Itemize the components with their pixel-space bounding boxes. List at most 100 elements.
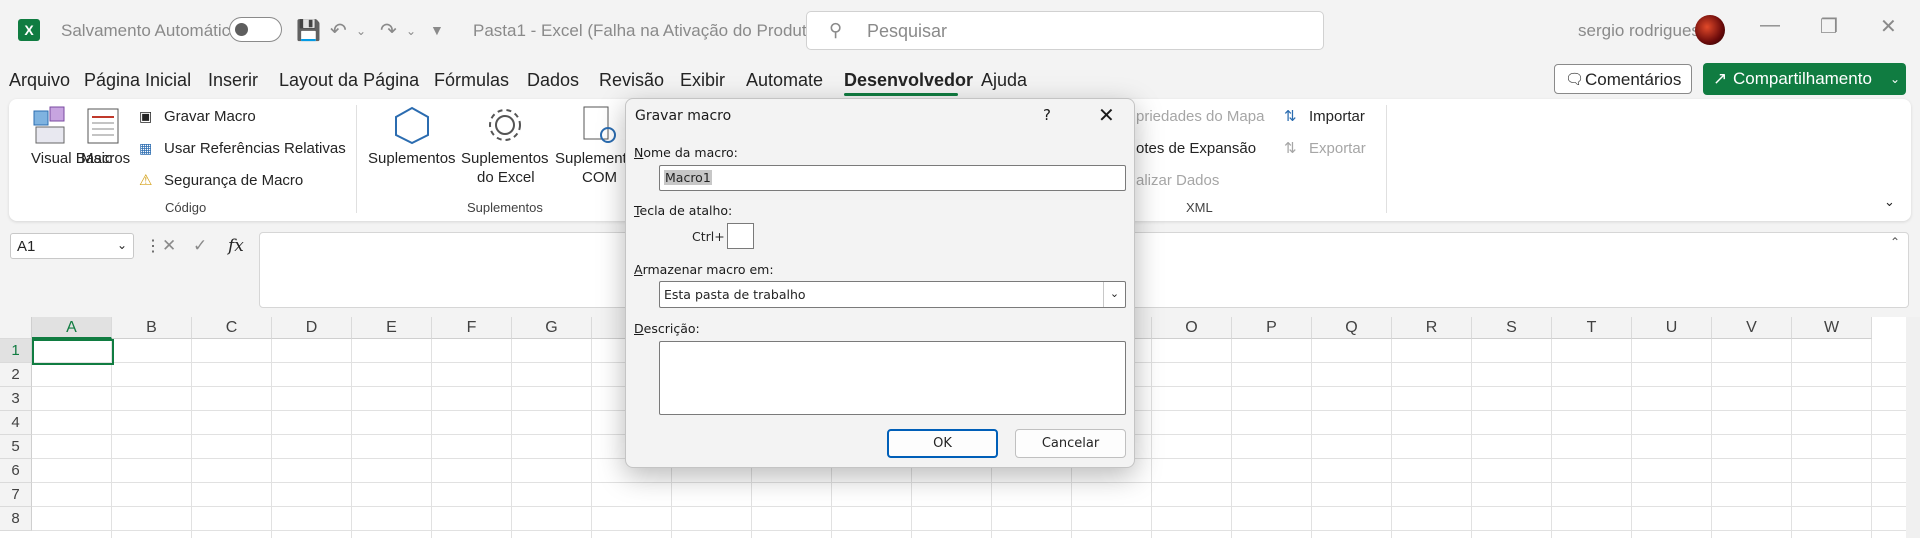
collapse-formula-bar-icon[interactable]: ⌃ xyxy=(1890,235,1900,249)
column-header[interactable]: V xyxy=(1712,317,1792,339)
confirm-entry-icon[interactable]: ✓ xyxy=(193,236,207,256)
row-header[interactable]: 4 xyxy=(0,411,32,435)
autosave-toggle[interactable] xyxy=(229,17,282,42)
import-icon: ⇅ xyxy=(1284,108,1297,125)
cancel-button[interactable]: Cancelar xyxy=(1015,429,1126,458)
ok-button[interactable]: OK xyxy=(887,429,998,458)
document-title: Pasta1 - Excel (Falha na Ativação do Pro… xyxy=(473,21,822,40)
tab-automate[interactable]: Automate xyxy=(746,70,823,91)
group-addins-label: Suplementos xyxy=(467,200,543,215)
row-header[interactable]: 5 xyxy=(0,435,32,459)
tab-inserir[interactable]: Inserir xyxy=(208,70,258,91)
column-header[interactable]: U xyxy=(1632,317,1712,339)
collapse-ribbon-icon[interactable]: ⌄ xyxy=(1884,194,1895,210)
active-cell[interactable] xyxy=(32,339,114,365)
avatar[interactable] xyxy=(1695,15,1725,45)
row-header[interactable]: 1 xyxy=(0,339,32,363)
description-textarea[interactable] xyxy=(659,341,1126,415)
macros-icon[interactable] xyxy=(86,107,124,147)
insert-function-icon[interactable]: fx xyxy=(228,236,244,256)
record-macro-button[interactable]: Gravar Macro xyxy=(164,108,256,125)
excel-logo-icon: X xyxy=(18,19,40,41)
share-dropdown-icon[interactable]: ⌄ xyxy=(1890,72,1900,86)
redo-dropdown-icon[interactable]: ⌄ xyxy=(406,24,416,38)
search-box[interactable]: ⚲ Pesquisar xyxy=(806,11,1324,50)
tab-layout-pagina[interactable]: Layout da Página xyxy=(279,70,419,91)
excel-addins-label-2[interactable]: do Excel xyxy=(477,169,535,186)
cancel-entry-icon[interactable]: ✕ xyxy=(162,236,176,256)
minimize-icon[interactable]: — xyxy=(1760,14,1780,37)
row-header[interactable]: 8 xyxy=(0,507,32,531)
row-header[interactable]: 6 xyxy=(0,459,32,483)
close-window-icon[interactable]: ✕ xyxy=(1880,14,1897,39)
macro-name-label: Nome da macro: xyxy=(634,145,738,160)
macro-name-input[interactable]: Macro1 xyxy=(659,165,1126,191)
column-header[interactable]: S xyxy=(1472,317,1552,339)
vertical-scrollbar[interactable] xyxy=(1906,317,1920,538)
shortcut-key-input[interactable] xyxy=(727,223,754,249)
name-box[interactable]: A1 ⌄ xyxy=(10,233,134,259)
row-header[interactable]: 7 xyxy=(0,483,32,507)
map-properties-button[interactable]: priedades do Mapa xyxy=(1136,108,1264,125)
tab-pagina-inicial[interactable]: Página Inicial xyxy=(84,70,191,91)
undo-icon[interactable]: ↶ xyxy=(330,18,347,43)
restore-icon[interactable]: ❐ xyxy=(1820,14,1838,39)
redo-icon[interactable]: ↷ xyxy=(380,18,397,43)
store-macro-select[interactable]: Esta pasta de trabalho ⌄ xyxy=(659,281,1126,308)
tab-exibir[interactable]: Exibir xyxy=(680,70,725,91)
relative-refs-button[interactable]: Usar Referências Relativas xyxy=(164,140,346,157)
column-header[interactable]: B xyxy=(112,317,192,339)
macro-security-button[interactable]: Segurança de Macro xyxy=(164,172,303,189)
column-header[interactable]: W xyxy=(1792,317,1872,339)
chevron-down-icon[interactable]: ⌄ xyxy=(1103,282,1125,307)
import-button[interactable]: Importar xyxy=(1309,108,1365,125)
grid-line xyxy=(591,339,592,538)
export-button[interactable]: Exportar xyxy=(1309,140,1366,157)
column-header[interactable]: T xyxy=(1552,317,1632,339)
visual-basic-icon[interactable] xyxy=(30,105,70,147)
more-options-icon[interactable]: ⋮ xyxy=(145,236,161,256)
share-button[interactable]: ↗ Compartilhamento ⌄ xyxy=(1703,63,1906,95)
column-header[interactable]: R xyxy=(1392,317,1472,339)
column-header[interactable]: A xyxy=(32,317,112,339)
tab-formulas[interactable]: Fórmulas xyxy=(434,70,509,91)
chevron-down-icon[interactable]: ⌄ xyxy=(117,238,127,252)
com-addins-label-2[interactable]: COM xyxy=(582,169,617,186)
com-addins-icon[interactable] xyxy=(582,105,618,145)
row-header[interactable]: 3 xyxy=(0,387,32,411)
grid-line xyxy=(1151,339,1152,538)
select-all-corner[interactable] xyxy=(0,317,32,339)
tab-dados[interactable]: Dados xyxy=(527,70,579,91)
column-header[interactable]: O xyxy=(1152,317,1232,339)
store-macro-label: Armazenar macro em: xyxy=(634,262,774,277)
tab-revisao[interactable]: Revisão xyxy=(599,70,664,91)
save-icon[interactable]: 💾 xyxy=(296,18,321,43)
column-header[interactable]: P xyxy=(1232,317,1312,339)
macros-label[interactable]: Macros xyxy=(81,150,130,167)
comments-button[interactable]: 🗨 Comentários xyxy=(1554,64,1692,94)
refresh-data-button[interactable]: alizar Dados xyxy=(1136,172,1219,189)
expansion-packs-button[interactable]: otes de Expansão xyxy=(1136,140,1256,157)
record-macro-dialog: Gravar macro ? ✕ Nome da macro: Macro1 T… xyxy=(625,98,1135,468)
help-icon[interactable]: ? xyxy=(1043,106,1051,124)
undo-dropdown-icon[interactable]: ⌄ xyxy=(356,24,366,38)
close-icon[interactable]: ✕ xyxy=(1098,103,1115,127)
user-name[interactable]: sergio rodrigues xyxy=(1578,21,1700,41)
column-header[interactable]: C xyxy=(192,317,272,339)
grid-line xyxy=(1471,339,1472,538)
addins-label[interactable]: Suplementos xyxy=(368,150,456,167)
com-addins-label[interactable]: Suplement xyxy=(555,150,627,167)
column-header[interactable]: F xyxy=(432,317,512,339)
tab-desenvolvedor[interactable]: Desenvolvedor xyxy=(844,70,973,91)
row-header[interactable]: 2 xyxy=(0,363,32,387)
tab-arquivo[interactable]: Arquivo xyxy=(9,70,70,91)
column-header[interactable]: E xyxy=(352,317,432,339)
excel-addins-label[interactable]: Suplementos xyxy=(461,150,549,167)
excel-addins-gear-icon[interactable] xyxy=(485,105,525,145)
column-header[interactable]: G xyxy=(512,317,592,339)
customize-quick-access-icon[interactable]: ▼ xyxy=(430,22,444,38)
column-header[interactable]: D xyxy=(272,317,352,339)
addins-icon[interactable] xyxy=(392,105,432,145)
column-header[interactable]: Q xyxy=(1312,317,1392,339)
tab-ajuda[interactable]: Ajuda xyxy=(981,70,1027,91)
